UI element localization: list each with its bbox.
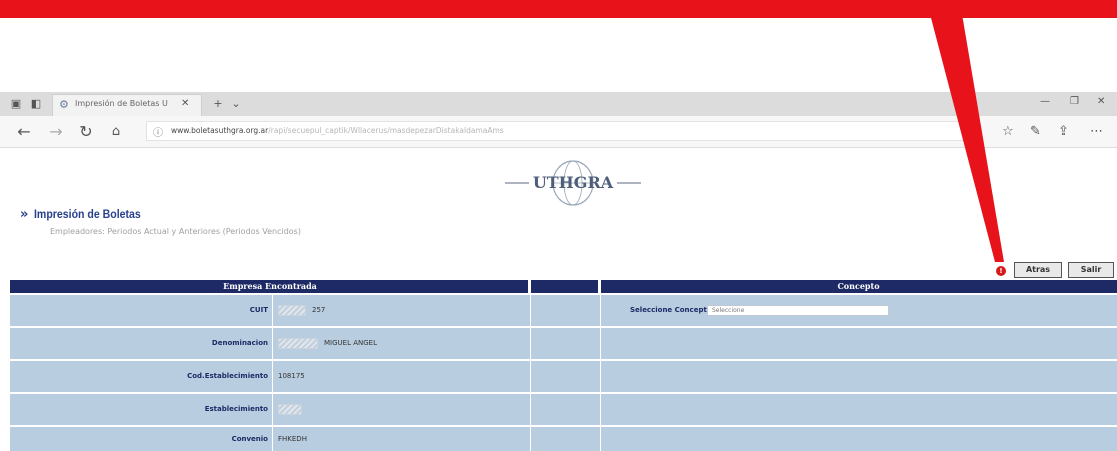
reader-icon[interactable]: ▢ bbox=[961, 124, 971, 137]
tab-title: Impresión de Boletas U bbox=[75, 99, 168, 108]
restore-icon[interactable]: ❐ bbox=[1070, 96, 1079, 107]
cell-divider bbox=[600, 328, 601, 359]
new-tab-icon[interactable]: + bbox=[210, 96, 226, 112]
page-subtitle: Empleadores: Periodos Actual y Anteriore… bbox=[50, 227, 301, 236]
redacted-mask bbox=[278, 304, 306, 316]
cell-divider bbox=[530, 361, 531, 392]
close-window-icon[interactable]: ✕ bbox=[1097, 96, 1105, 107]
browser-tab[interactable]: ⚙ Impresión de Boletas U ✕ bbox=[52, 94, 202, 116]
back-button[interactable]: Atras bbox=[1014, 262, 1062, 278]
favorite-icon[interactable]: ☆ bbox=[1002, 124, 1014, 139]
header-separator bbox=[598, 280, 601, 293]
cell-divider bbox=[600, 295, 601, 326]
concept-select[interactable]: Seleccione bbox=[707, 305, 889, 316]
pen-icon[interactable]: ✎ bbox=[1030, 124, 1041, 139]
cell-divider bbox=[272, 361, 273, 392]
close-icon[interactable]: ✕ bbox=[181, 98, 189, 109]
browser-tab-strip: ▣ ◧ ⚙ Impresión de Boletas U ✕ + ⌄ — ❐ ✕ bbox=[0, 92, 1117, 116]
url-text: www.boletasuthgra.org.ar/rapi/secuepul_c… bbox=[171, 126, 504, 135]
redacted-mask bbox=[278, 337, 318, 349]
tabs-icon[interactable]: ▣ bbox=[8, 96, 24, 112]
double-chevron-icon: » bbox=[20, 207, 29, 222]
cell-divider bbox=[530, 328, 531, 359]
company-table: Empresa Encontrada Concepto CUIT 257 Sel… bbox=[10, 280, 1117, 451]
cell-divider bbox=[272, 328, 273, 359]
cell-divider bbox=[272, 394, 273, 425]
uthgra-logo: UTHGRA bbox=[505, 160, 641, 206]
cell-divider bbox=[530, 295, 531, 326]
home-icon[interactable]: ⌂ bbox=[106, 123, 126, 141]
forward-icon[interactable]: → bbox=[46, 123, 66, 141]
row-value bbox=[278, 394, 308, 425]
table-row: Denominacion MIGUEL ANGEL bbox=[10, 328, 1117, 359]
favicon-icon: ⚙ bbox=[59, 98, 69, 111]
back-tab-icon[interactable]: ◧ bbox=[28, 96, 44, 112]
header-concepto: Concepto bbox=[600, 280, 1117, 293]
address-bar[interactable]: ⓘ www.boletasuthgra.org.ar/rapi/secuepul… bbox=[146, 121, 976, 141]
row-value: 257 bbox=[278, 295, 325, 326]
page-title-text: Impresión de Boletas bbox=[34, 207, 142, 221]
concept-label: Seleccione Concepto: bbox=[630, 306, 715, 314]
cell-divider bbox=[530, 427, 531, 451]
row-label: CUIT bbox=[249, 306, 268, 314]
row-label: Convenio bbox=[231, 435, 268, 443]
table-row: CUIT 257 Seleccione Concepto: Seleccione bbox=[10, 295, 1117, 326]
redacted-mask bbox=[278, 403, 302, 415]
table-row: Convenio FHKEDH bbox=[10, 427, 1117, 451]
minimize-icon[interactable]: — bbox=[1040, 96, 1050, 107]
share-icon[interactable]: ⇪ bbox=[1058, 124, 1069, 139]
cell-divider bbox=[600, 394, 601, 425]
row-label: Establecimiento bbox=[204, 405, 268, 413]
back-icon[interactable]: ← bbox=[14, 123, 34, 141]
header-empresa: Empresa Encontrada bbox=[10, 280, 530, 293]
error-icon: ! bbox=[996, 266, 1006, 276]
more-icon[interactable]: ⋯ bbox=[1090, 124, 1103, 139]
row-value: MIGUEL ANGEL bbox=[278, 328, 377, 359]
row-label: Cod.Establecimiento bbox=[187, 372, 268, 380]
header-separator bbox=[528, 280, 531, 293]
cell-divider bbox=[272, 427, 273, 451]
exit-button[interactable]: Salir bbox=[1068, 262, 1114, 278]
row-value: 108175 bbox=[278, 372, 305, 380]
table-row: Establecimiento bbox=[10, 394, 1117, 425]
browser-toolbar: ← → ↻ ⌂ ⓘ www.boletasuthgra.org.ar/rapi/… bbox=[0, 116, 1117, 148]
cell-divider bbox=[530, 394, 531, 425]
info-icon[interactable]: ⓘ bbox=[153, 124, 163, 139]
cell-divider bbox=[600, 361, 601, 392]
cell-divider bbox=[600, 427, 601, 451]
page-title: » Impresión de Boletas bbox=[20, 207, 156, 222]
header-spacer bbox=[530, 280, 600, 293]
cell-divider bbox=[272, 295, 273, 326]
row-label: Denominacion bbox=[211, 339, 268, 347]
table-row: Cod.Establecimiento 108175 bbox=[10, 361, 1117, 392]
svg-text:UTHGRA: UTHGRA bbox=[533, 173, 614, 192]
row-value: FHKEDH bbox=[278, 435, 307, 443]
refresh-icon[interactable]: ↻ bbox=[76, 123, 96, 141]
red-annotation-bar bbox=[0, 0, 1117, 18]
chevron-down-icon[interactable]: ⌄ bbox=[228, 96, 244, 112]
